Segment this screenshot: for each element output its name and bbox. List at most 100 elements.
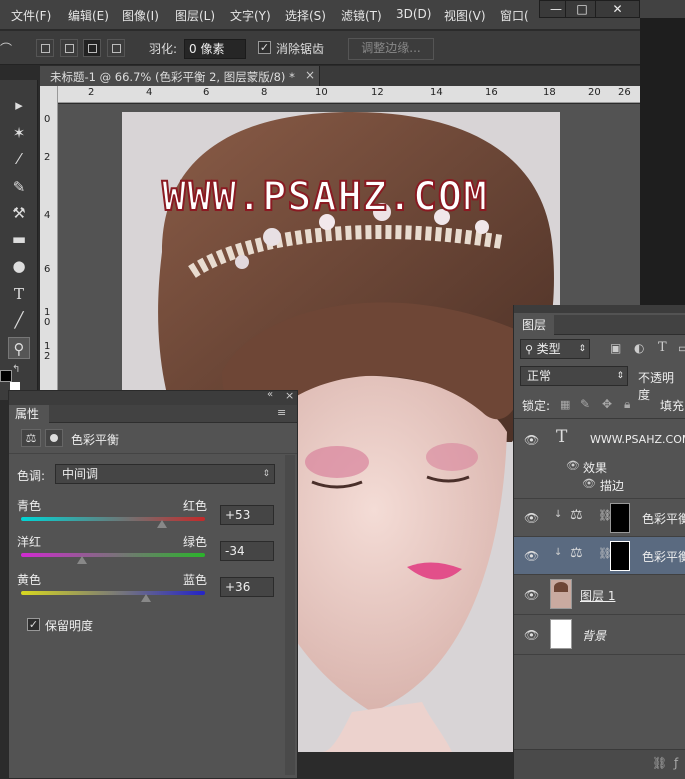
menu-file[interactable]: 文件(F)	[11, 7, 51, 24]
zoom-tool-icon[interactable]: ⚲	[8, 337, 30, 359]
dodge-tool-icon[interactable]: ●	[8, 255, 30, 277]
cyan-red-value-input[interactable]: +53	[220, 505, 274, 525]
cyan-red-slider-track[interactable]	[21, 517, 205, 521]
yellow-blue-slider-track[interactable]	[21, 591, 205, 595]
new-selection-icon[interactable]	[36, 39, 54, 57]
layer-row-color-balance-2-selected[interactable]: 👁︎ ↓ ⚖ ⛓︎ 色彩平衡	[514, 537, 685, 575]
visibility-eye-icon[interactable]: 👁︎	[524, 628, 539, 642]
clone-stamp-icon[interactable]: ⚒	[8, 202, 30, 224]
visibility-eye-icon[interactable]: 👁︎	[524, 549, 539, 563]
filter-shape-icon[interactable]: ▭	[678, 341, 685, 355]
yellow-blue-slider-thumb[interactable]	[141, 594, 152, 602]
swap-colors-icon[interactable]: ↰	[12, 364, 20, 375]
filter-type-icon[interactable]: T	[658, 340, 667, 355]
eyedropper-icon[interactable]: ⁄	[8, 148, 30, 170]
antialias-checkbox[interactable]: ✓	[258, 41, 271, 54]
close-panel-icon[interactable]: ×	[285, 389, 294, 402]
menu-type[interactable]: 文字(Y)	[230, 7, 271, 24]
subtract-selection-icon[interactable]	[83, 39, 101, 57]
layer-mask-thumbnail[interactable]	[610, 541, 630, 571]
brush-tool-icon[interactable]: ✎	[8, 176, 30, 198]
link-layers-icon[interactable]: ⛓︎	[652, 756, 667, 770]
layer-row-image[interactable]: 👁︎ 图层 1	[514, 575, 685, 615]
ruler-h-label: 12	[371, 87, 384, 98]
lock-position-icon[interactable]: ✥	[602, 397, 612, 411]
layer-mask-icon[interactable]	[45, 429, 63, 447]
close-window-button[interactable]: ✕	[595, 0, 640, 18]
properties-tab[interactable]: 属性	[9, 405, 49, 423]
balance-scale-icon: ⚖	[570, 507, 583, 523]
menu-image[interactable]: 图像(I)	[122, 7, 159, 24]
layer-name: 色彩平衡	[642, 550, 685, 564]
ruler-v-label: 0	[44, 114, 51, 125]
panel-menu-icon[interactable]: ≡	[277, 406, 286, 419]
layer-filter-select[interactable]: ⚲ 类型 ⇕	[520, 339, 590, 359]
lock-transparent-icon[interactable]: ▦	[560, 398, 570, 411]
tone-select[interactable]: 中间调 ⇕	[55, 464, 275, 484]
lock-pixels-icon[interactable]: ✎	[580, 397, 590, 411]
tone-select-value: 中间调	[62, 467, 99, 481]
menu-3d[interactable]: 3D(D)	[396, 7, 431, 21]
properties-tab-bar: 属性 ≡	[9, 405, 297, 423]
yellow-blue-value-input[interactable]: +36	[220, 577, 274, 597]
intersect-selection-icon[interactable]	[107, 39, 125, 57]
magenta-green-slider-track[interactable]	[21, 553, 205, 557]
feather-input[interactable]: 0 像素	[184, 39, 246, 59]
menu-select[interactable]: 选择(S)	[285, 7, 326, 24]
properties-scrollbar[interactable]	[285, 455, 295, 775]
properties-panel: « × 属性 ≡ ⚖ 色彩平衡 色调: 中间调 ⇕ 青色 红色 +53 洋红 绿…	[8, 389, 298, 779]
maximize-button[interactable]: □	[565, 0, 599, 18]
menu-filter[interactable]: 滤镜(T)	[341, 7, 382, 24]
ruler-h-label: 6	[203, 87, 210, 98]
layer-row-text[interactable]: 👁︎ T WWW.PSAHZ.COM 👁︎ 效果 👁︎ 描边	[514, 419, 685, 499]
cyan-red-slider-thumb[interactable]	[156, 520, 167, 528]
magenta-green-slider-thumb[interactable]	[76, 556, 87, 564]
fx-icon[interactable]: ƒ	[674, 756, 678, 770]
layer-name: 背景	[582, 629, 607, 643]
preserve-luminosity-checkbox[interactable]: ✓	[27, 618, 40, 631]
visibility-eye-icon[interactable]: 👁︎	[524, 588, 539, 602]
slider-red-label: 红色	[183, 499, 208, 513]
foreground-color-swatch[interactable]	[0, 370, 12, 382]
layers-tab-bar: 图层	[514, 315, 685, 335]
layer-row-background[interactable]: 👁︎ 背景	[514, 615, 685, 655]
gradient-tool-icon[interactable]: ▬	[8, 228, 30, 250]
layer-mask-thumbnail[interactable]	[610, 503, 630, 533]
stroke-eye-icon[interactable]: 👁︎	[582, 477, 596, 490]
menu-edit[interactable]: 编辑(E)	[68, 7, 109, 24]
slider-blue-label: 蓝色	[183, 573, 208, 587]
layer-thumbnail	[550, 619, 572, 649]
filter-pixel-icon[interactable]: ▣	[610, 341, 621, 355]
filter-adjustment-icon[interactable]: ◐	[634, 341, 644, 355]
ruler-h-label: 2	[88, 87, 95, 98]
document-tab[interactable]: 未标题-1 @ 66.7% (色彩平衡 2, 图层蒙版/8) * ×	[40, 66, 320, 86]
document-close-icon[interactable]: ×	[305, 68, 315, 82]
magic-wand-icon[interactable]: ✶	[8, 122, 30, 144]
search-icon: ⚲	[525, 343, 537, 356]
clip-arrow-icon: ↓	[554, 509, 563, 520]
refine-edge-button[interactable]: 调整边缘...	[348, 38, 434, 60]
visibility-eye-icon[interactable]: 👁︎	[524, 433, 539, 447]
preserve-luminosity-label: 保留明度	[45, 619, 94, 633]
effect-eye-icon[interactable]: 👁︎	[566, 459, 580, 472]
add-selection-icon[interactable]	[60, 39, 78, 57]
slider-yellow-label: 黄色	[17, 573, 42, 587]
menu-layer[interactable]: 图层(L)	[175, 7, 215, 24]
document-tab-title: 未标题-1 @ 66.7% (色彩平衡 2, 图层蒙版/8) *	[50, 70, 295, 84]
balance-scale-icon[interactable]: ⚖	[21, 429, 41, 447]
line-tool-icon[interactable]: ╱	[8, 309, 30, 331]
layer-row-color-balance-1[interactable]: 👁︎ ↓ ⚖ ⛓︎ 色彩平衡	[514, 499, 685, 537]
menu-view[interactable]: 视图(V)	[444, 7, 486, 24]
magenta-green-value-input[interactable]: -34	[220, 541, 274, 561]
ruler-v-label: 6	[44, 264, 51, 275]
collapse-panel-icon[interactable]: «	[267, 389, 273, 400]
lock-all-icon[interactable]: 🔒︎	[624, 397, 630, 412]
layers-tab[interactable]: 图层	[514, 315, 554, 335]
visibility-eye-icon[interactable]: 👁︎	[524, 511, 539, 525]
menu-window[interactable]: 窗口(	[500, 7, 529, 24]
move-tool-icon[interactable]: ▸	[8, 94, 30, 116]
slider-cyan-label: 青色	[17, 499, 42, 513]
blend-mode-select[interactable]: 正常 ⇕	[520, 366, 628, 386]
type-tool-icon[interactable]: T	[8, 283, 30, 305]
tool-preset-icon[interactable]: ⌒	[0, 40, 12, 57]
